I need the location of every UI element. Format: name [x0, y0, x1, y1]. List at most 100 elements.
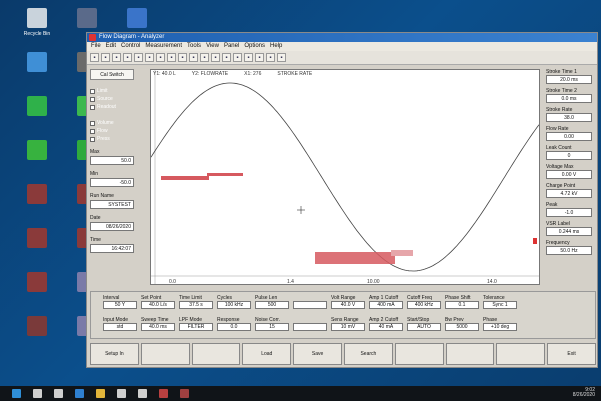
measurement-value[interactable]: 100 kHz [217, 301, 251, 309]
max-field[interactable]: 50.0 [90, 156, 134, 165]
waveform-plot[interactable]: 20.0100.050.00.00.01.410.0014.0 [125, 69, 540, 285]
measurement-value[interactable]: 0.0 [217, 323, 251, 331]
system-clock[interactable]: 9:02 8/26/2020 [573, 388, 595, 398]
function-button[interactable]: Exit [547, 343, 596, 365]
x-tick-label: 1.4 [287, 279, 294, 284]
measurement-value[interactable]: 10 mV [331, 323, 365, 331]
app1-icon[interactable] [159, 389, 168, 398]
readout-value[interactable]: 38.0 [546, 113, 592, 122]
measurement-value[interactable]: 400 mA [369, 301, 403, 309]
store-icon[interactable] [117, 389, 126, 398]
option-checkbox[interactable]: Readout [90, 103, 140, 111]
readout-value[interactable]: 4.72 kV [546, 189, 592, 198]
option-checkbox[interactable]: Press [90, 135, 140, 143]
readout-value[interactable]: 0.0 ms [546, 94, 592, 103]
window-titlebar[interactable]: Flow Diagram - Analyzer [87, 33, 597, 42]
redo-tool-icon[interactable]: ▪ [178, 53, 187, 62]
taskview-icon[interactable] [54, 389, 63, 398]
readout-value[interactable]: -1.0 [546, 208, 592, 217]
readout-item: Voltage Max 0.00 V [546, 164, 596, 179]
cut-tool-icon[interactable]: ▪ [134, 53, 143, 62]
readout-value[interactable]: 0.244 ms [546, 227, 592, 236]
menu-item[interactable]: Tools [187, 42, 201, 51]
data-band-4 [391, 250, 413, 256]
menu-item[interactable]: Edit [106, 42, 116, 51]
waveform-svg: 20.0100.050.00.00.01.410.0014.0 [125, 70, 540, 285]
option-checkbox[interactable]: Flow [90, 127, 140, 135]
zoom-out-tool-icon[interactable]: ▪ [200, 53, 209, 62]
readout-item: Stroke Time 1 20.0 ms [546, 69, 596, 84]
start-icon[interactable] [12, 389, 21, 398]
menu-item[interactable]: View [206, 42, 219, 51]
measurement-field: Sens Range 10 mV [331, 317, 365, 331]
measurement-field: Tolerance Sync 1 [483, 295, 517, 309]
app2-icon[interactable] [180, 389, 189, 398]
function-button[interactable]: Setup In [90, 343, 139, 365]
measure-tool-icon[interactable]: ▪ [222, 53, 231, 62]
option-checkbox[interactable]: Limit [90, 87, 140, 95]
edge-icon[interactable] [75, 389, 84, 398]
option-checkbox[interactable]: Source [90, 95, 140, 103]
copy-tool-icon[interactable]: ▪ [145, 53, 154, 62]
help-tool-icon[interactable]: ▪ [277, 53, 286, 62]
data-band-1 [161, 176, 209, 180]
menu-item[interactable]: Control [121, 42, 140, 51]
cal-switch-button[interactable]: Cal Switch [90, 69, 134, 80]
readout-item: Stroke Time 2 0.0 ms [546, 88, 596, 103]
readout-value[interactable]: 50.0 Hz [546, 246, 592, 255]
readout-value[interactable]: 0 [546, 151, 592, 160]
grid-tool-icon[interactable]: ▪ [233, 53, 242, 62]
print-tool-icon[interactable]: ▪ [123, 53, 132, 62]
open-tool-icon[interactable]: ▪ [101, 53, 110, 62]
menu-item[interactable]: File [91, 42, 101, 51]
marker-tool-icon[interactable]: ▪ [244, 53, 253, 62]
menu-item[interactable]: Options [244, 42, 265, 51]
menu-item[interactable]: Help [270, 42, 282, 51]
measurement-value[interactable]: 37.5 s [179, 301, 213, 309]
menu-item[interactable]: Panel [224, 42, 239, 51]
measurement-field [293, 317, 327, 331]
min-field[interactable]: -50.0 [90, 178, 134, 187]
settings-tool-icon[interactable]: ▪ [266, 53, 275, 62]
measurement-value[interactable]: AUTO [407, 323, 441, 331]
zoom-in-tool-icon[interactable]: ▪ [189, 53, 198, 62]
measurement-value[interactable]: 40 mA [369, 323, 403, 331]
function-button[interactable]: Load [242, 343, 292, 365]
function-button[interactable]: Search [343, 343, 393, 365]
measurement-value[interactable]: 40.0 V [331, 301, 365, 309]
measurement-value[interactable]: 500 [255, 301, 289, 309]
new-tool-icon[interactable]: ▪ [90, 53, 99, 62]
undo-tool-icon[interactable]: ▪ [167, 53, 176, 62]
measurement-value[interactable]: +10 deg [483, 323, 517, 331]
measurement-value[interactable] [293, 301, 327, 309]
readout-value[interactable]: 20.0 ms [546, 75, 592, 84]
function-button-row: Setup In Load Save Search Exit [90, 343, 596, 365]
measurement-value[interactable]: 40.0 L/s [141, 301, 175, 309]
time-field[interactable]: 16:42:07 [90, 244, 134, 253]
date-field[interactable]: 08/26/2020 [90, 222, 134, 231]
measurement-value[interactable]: 0.1 [445, 301, 479, 309]
run-name-field[interactable]: SYSTEST [90, 200, 134, 209]
measurement-value[interactable]: Sync 1 [483, 301, 517, 309]
measurement-value[interactable]: 40.0 ms [141, 323, 175, 331]
measurement-value[interactable] [293, 323, 327, 331]
option-checkbox[interactable]: Volume [90, 119, 140, 127]
readout-value[interactable]: 0.00 V [546, 170, 592, 179]
function-button[interactable]: Save [293, 343, 342, 365]
explorer-icon[interactable] [96, 389, 105, 398]
mail-icon[interactable] [138, 389, 147, 398]
check-group-1: Limit Source Readout [90, 87, 140, 111]
measurement-value[interactable]: 5000 [445, 323, 479, 331]
export-tool-icon[interactable]: ▪ [255, 53, 264, 62]
menu-item[interactable]: Measurement [145, 42, 182, 51]
measurement-value[interactable]: FILTER [179, 323, 213, 331]
readout-value[interactable]: 0.00 [546, 132, 592, 141]
search-icon[interactable] [33, 389, 42, 398]
paste-tool-icon[interactable]: ▪ [156, 53, 165, 62]
measurement-value[interactable]: 50 Y [103, 301, 137, 309]
measurement-value[interactable]: 15 [255, 323, 289, 331]
cursor-tool-icon[interactable]: ▪ [211, 53, 220, 62]
measurement-value[interactable]: 400 kHz [407, 301, 441, 309]
save-tool-icon[interactable]: ▪ [112, 53, 121, 62]
measurement-value[interactable]: std [103, 323, 137, 331]
